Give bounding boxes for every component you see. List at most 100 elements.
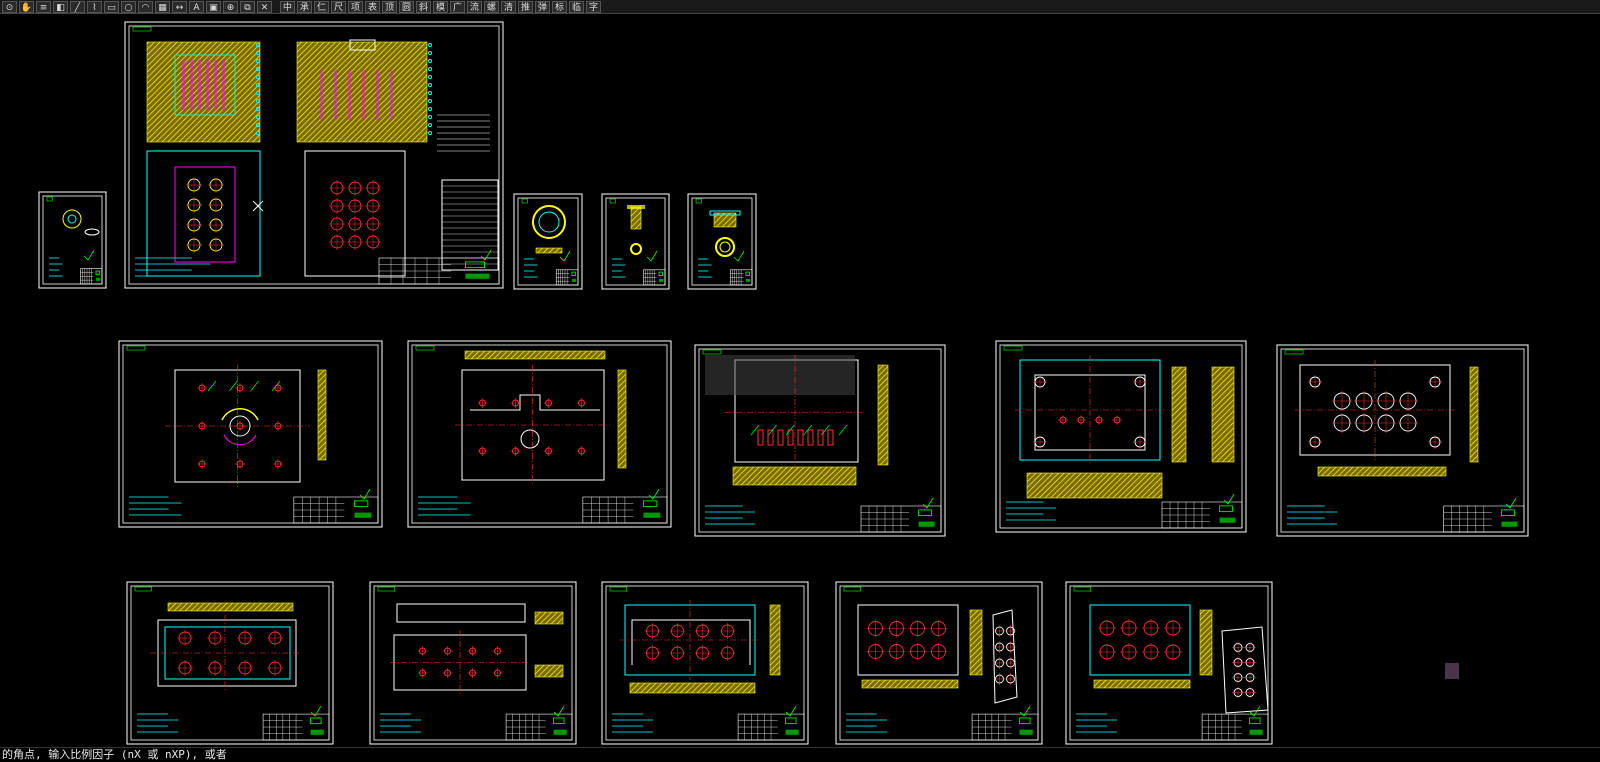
hatched-section: [1093, 679, 1191, 689]
title-block-stamp: [1019, 717, 1031, 725]
title-block-label: [571, 278, 577, 282]
tool-cheng-button[interactable]: 承: [297, 0, 312, 13]
tool-lin-button[interactable]: 临: [569, 0, 584, 13]
balloon: [427, 130, 433, 136]
tb-dim-button[interactable]: ↔: [172, 0, 187, 13]
tool-ren-button[interactable]: 仁: [314, 0, 329, 13]
hatched-section: [630, 206, 642, 230]
sheet-inner-border: [411, 344, 668, 524]
balloon: [427, 66, 433, 72]
sheet-plate-long: [369, 581, 577, 745]
sheet-plate-8cav-3d: [835, 581, 1043, 745]
sheet-plate-cavities-6: [1276, 344, 1529, 537]
sheet-small-part: [38, 191, 107, 289]
tool-liu-button[interactable]: 流: [467, 0, 482, 13]
title-block-stamp: [310, 717, 322, 725]
tb-layer-button[interactable]: ≡: [36, 0, 51, 13]
tb-pan-button[interactable]: ✋: [19, 0, 34, 13]
tb-insert-button[interactable]: ⊕: [223, 0, 238, 13]
balloon: [427, 114, 433, 120]
tb-copy-button[interactable]: ⧉: [240, 0, 255, 13]
tool-ding-button[interactable]: 顶: [382, 0, 397, 13]
roughness-mark: [310, 705, 322, 717]
tool-biao2-button[interactable]: 标: [552, 0, 567, 13]
tool-zi-button[interactable]: 字: [586, 0, 601, 13]
pin-end: [630, 243, 642, 255]
cavity-slot: [827, 429, 834, 446]
part-outline: [62, 209, 82, 229]
roughness-mark: [1505, 497, 1517, 509]
title-block-label: [553, 729, 567, 735]
sheet-assembly: [124, 21, 504, 289]
sheet-inner-border: [122, 344, 379, 524]
model-space[interactable]: [0, 15, 1600, 747]
ejector-pin: [214, 60, 217, 110]
hatched-section: [861, 679, 959, 689]
hatched-section: [1171, 366, 1187, 463]
tb-rect-button[interactable]: ▭: [104, 0, 119, 13]
tool-guang-button[interactable]: 广: [450, 0, 465, 13]
title-block-stamp: [1249, 717, 1261, 725]
sheet-inner-border: [42, 195, 103, 285]
bush-bore: [719, 241, 731, 253]
center-bore: [520, 429, 540, 449]
hatched-section: [317, 369, 327, 461]
leader-line: [207, 380, 217, 392]
sheet-tag: [521, 198, 528, 204]
drawing-canvas[interactable]: [0, 15, 1600, 747]
sheet-plate-center: [118, 340, 383, 528]
tool-dao-button[interactable]: 螺: [484, 0, 499, 13]
sheet-border: [1276, 344, 1529, 537]
title-block-label: [918, 521, 935, 527]
title-block-label: [1219, 517, 1236, 523]
ejector-pin: [390, 70, 393, 120]
tb-hatch-button[interactable]: ▦: [155, 0, 170, 13]
sheet-tag: [134, 586, 152, 592]
command-line[interactable]: 的角点, 输入比例因子 (nX 或 nXP), 或者: [0, 747, 1600, 762]
hatched-section: [1317, 466, 1447, 477]
tb-block-button[interactable]: ▣: [206, 0, 221, 13]
tool-xie-button[interactable]: 斜: [416, 0, 431, 13]
image-noise: [705, 355, 855, 395]
sheet-bush-part: [687, 193, 757, 290]
tool-jie-button[interactable]: 推: [518, 0, 533, 13]
tb-circle-button[interactable]: ○: [121, 0, 136, 13]
tb-zoom-button[interactable]: ⊙: [2, 0, 17, 13]
sheet-border: [407, 340, 672, 528]
tool-zhong-button[interactable]: 中: [280, 0, 295, 13]
hatched-section: [534, 664, 564, 678]
tb-line-button[interactable]: ╱: [70, 0, 85, 13]
ejector-pin: [376, 70, 379, 120]
tb-erase-button[interactable]: ✕: [257, 0, 272, 13]
tool-biao-button[interactable]: 表: [365, 0, 380, 13]
sheet-border: [995, 340, 1247, 533]
tool-tan-button[interactable]: 弹: [535, 0, 550, 13]
cavity-slot: [807, 429, 814, 446]
tool-qing-button[interactable]: 清: [501, 0, 516, 13]
tool-xiang-button[interactable]: 项: [348, 0, 363, 13]
hatched-section: [534, 611, 564, 625]
plate-outline: [1089, 604, 1191, 676]
cad-toolbar: ⊙ ✋ ≡ ◧ ╱ ⌇ ▭ ○ ◠ ▦ ↔ A ▣ ⊕ ⧉ ✕ 中承仁尺项表顶圆斜模广流螺清推弹标临字: [0, 0, 1600, 14]
sheet-tag: [1073, 586, 1091, 592]
tb-match-button[interactable]: ◧: [53, 0, 68, 13]
tb-pline-button[interactable]: ⌇: [87, 0, 102, 13]
sheet-tag: [132, 26, 152, 32]
tb-text-button[interactable]: A: [189, 0, 204, 13]
cavity-insert: [174, 166, 236, 263]
pocket-edge: [470, 394, 600, 411]
hatched-section: [1469, 366, 1479, 463]
sheet-tag: [46, 196, 53, 202]
plate-outline: [857, 604, 959, 676]
tool-chi-button[interactable]: 尺: [331, 0, 346, 13]
spiral-runner: [221, 408, 259, 421]
leader-line: [229, 380, 238, 392]
tb-arc-button[interactable]: ◠: [138, 0, 153, 13]
title-block-stamp: [553, 717, 565, 725]
roughness-mark: [646, 250, 658, 262]
roughness-mark: [733, 250, 745, 262]
tool-mo-button[interactable]: 模: [433, 0, 448, 13]
tool-hu-button[interactable]: 圆: [399, 0, 414, 13]
sheet-plate-8cav-3d-2: [1065, 581, 1273, 745]
plate-top: [396, 603, 526, 623]
